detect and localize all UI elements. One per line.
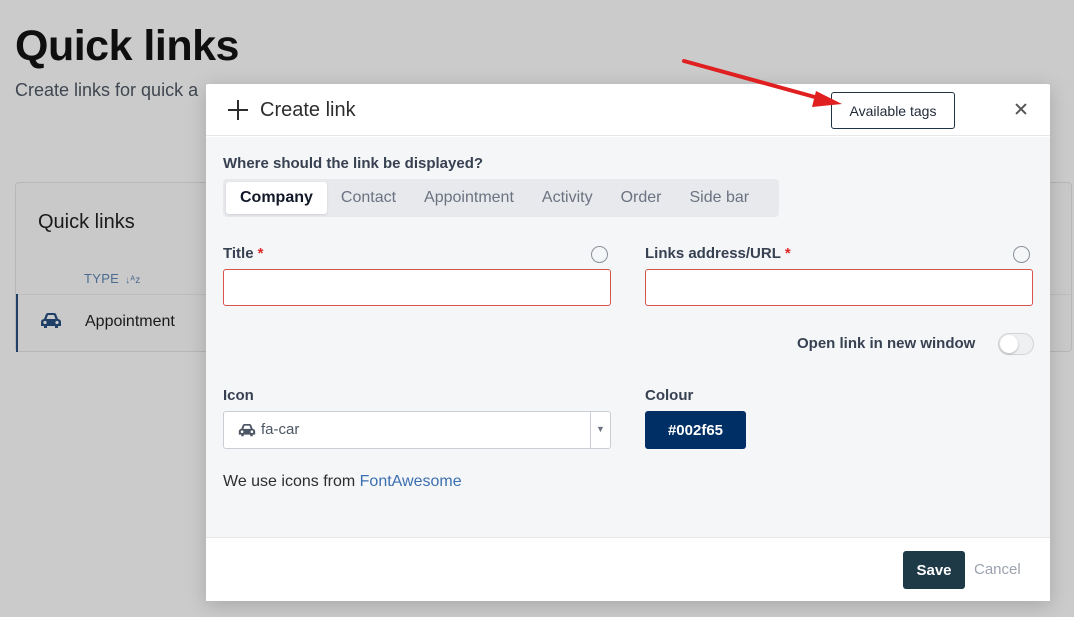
url-label-text: Links address/URL [645, 245, 781, 262]
icon-select[interactable]: fa-car ▼ [223, 411, 611, 449]
required-marker: * [784, 245, 791, 262]
modal-title: Create link [260, 99, 356, 121]
url-input[interactable] [645, 269, 1033, 306]
column-header-label: TYPE [84, 271, 120, 286]
tab-company[interactable]: Company [226, 182, 327, 214]
modal-body: Where should the link be displayed? Comp… [206, 137, 1050, 537]
title-label-text: Title [223, 245, 254, 262]
page-subtitle: Create links for quick a [15, 80, 199, 100]
tab-order[interactable]: Order [607, 182, 676, 214]
tab-appointment[interactable]: Appointment [410, 182, 528, 214]
card-title: Quick links [38, 211, 135, 233]
icon-select-value: fa-car [261, 421, 300, 438]
close-icon[interactable] [1012, 100, 1030, 118]
colour-picker[interactable]: #002f65 [645, 411, 746, 449]
hint-text: We use icons from [223, 473, 360, 490]
modal-header: Create link Available tags [206, 84, 1050, 136]
new-window-label: Open link in new window [797, 335, 976, 352]
row-type-label: Appointment [85, 313, 175, 330]
plus-icon [228, 100, 248, 120]
modal-footer: Save Cancel [206, 537, 1050, 601]
icons-hint: We use icons from FontAwesome [223, 473, 462, 491]
tab-contact[interactable]: Contact [327, 182, 410, 214]
fontawesome-link[interactable]: FontAwesome [360, 473, 462, 490]
select-separator [590, 412, 591, 448]
colour-label: Colour [645, 387, 694, 404]
new-window-toggle[interactable] [998, 333, 1034, 355]
title-label: Title * [223, 245, 263, 262]
available-tags-button[interactable]: Available tags [831, 92, 955, 129]
car-icon [41, 313, 61, 328]
url-label: Links address/URL * [645, 245, 791, 262]
toggle-knob [1000, 335, 1018, 353]
create-link-modal: Create link Available tags Where should … [206, 84, 1050, 601]
title-input[interactable] [223, 269, 611, 306]
sort-icon: ↓ᴬz [125, 275, 141, 286]
display-question-label: Where should the link be displayed? [223, 155, 484, 172]
display-tabs: Company Contact Appointment Activity Ord… [223, 179, 779, 217]
column-header-type[interactable]: TYPE ↓ᴬz [84, 271, 141, 286]
required-marker: * [257, 245, 264, 262]
tab-side-bar[interactable]: Side bar [675, 182, 763, 214]
url-info-icon[interactable] [1013, 246, 1030, 263]
title-info-icon[interactable] [591, 246, 608, 263]
car-icon [238, 423, 256, 437]
icon-label: Icon [223, 387, 254, 404]
page-title: Quick links [15, 22, 239, 70]
cancel-button[interactable]: Cancel [974, 561, 1021, 578]
tab-activity[interactable]: Activity [528, 182, 607, 214]
chevron-down-icon: ▼ [596, 424, 605, 434]
save-button[interactable]: Save [903, 551, 965, 589]
table-row[interactable]: Appointment [16, 294, 206, 352]
